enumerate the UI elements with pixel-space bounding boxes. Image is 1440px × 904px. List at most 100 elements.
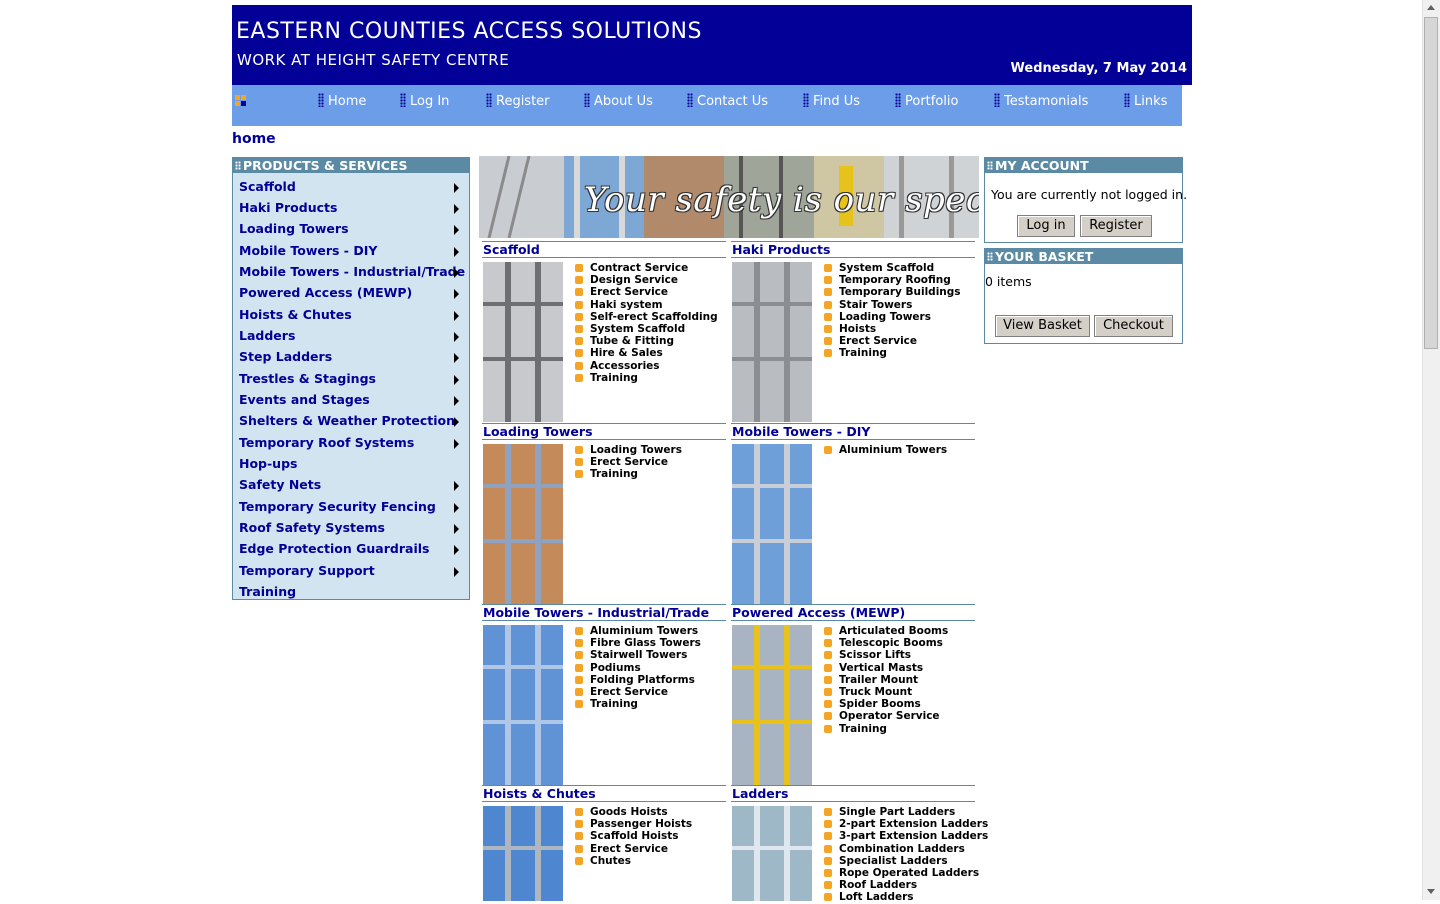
product-image[interactable] xyxy=(483,625,563,785)
product-title[interactable]: Mobile Towers - Industrial/Trade xyxy=(482,604,726,621)
category-item[interactable]: Step Ladders xyxy=(239,349,465,369)
category-item[interactable]: Temporary Support xyxy=(239,563,465,583)
product-link[interactable]: Vertical Masts xyxy=(824,662,948,674)
view-basket-button[interactable]: View Basket xyxy=(995,315,1090,337)
product-link[interactable]: Erect Service xyxy=(575,686,701,698)
product-link[interactable]: Contract Service xyxy=(575,262,718,274)
product-title[interactable]: Ladders xyxy=(731,785,975,802)
category-item[interactable]: Training xyxy=(239,584,465,604)
product-link[interactable]: Temporary Buildings xyxy=(824,286,961,298)
product-link[interactable]: System Scaffold xyxy=(575,323,718,335)
checkout-button[interactable]: Checkout xyxy=(1094,315,1173,337)
product-link[interactable]: Specialist Ladders xyxy=(824,855,988,867)
product-link[interactable]: Aluminium Towers xyxy=(575,625,701,637)
product-title[interactable]: Haki Products xyxy=(731,241,975,258)
product-image[interactable] xyxy=(732,625,812,785)
product-link[interactable]: Articulated Booms xyxy=(824,625,948,637)
product-link[interactable]: Trailer Mount xyxy=(824,674,948,686)
nav-home[interactable]: Home xyxy=(318,93,366,109)
product-link[interactable]: Hire & Sales xyxy=(575,347,718,359)
product-link[interactable]: Scissor Lifts xyxy=(824,649,948,661)
product-image[interactable] xyxy=(732,262,812,422)
scroll-thumb[interactable] xyxy=(1424,17,1438,349)
product-link[interactable]: Erect Service xyxy=(575,843,692,855)
category-item[interactable]: Ladders xyxy=(239,328,465,348)
product-link[interactable]: Combination Ladders xyxy=(824,843,988,855)
product-link[interactable]: Training xyxy=(824,723,948,735)
product-link[interactable]: Stair Towers xyxy=(824,299,961,311)
product-link[interactable]: Training xyxy=(824,347,961,359)
product-title[interactable]: Loading Towers xyxy=(482,423,726,440)
product-link[interactable]: Loading Towers xyxy=(575,444,682,456)
category-item[interactable]: Edge Protection Guardrails xyxy=(239,541,465,561)
product-image[interactable] xyxy=(732,444,812,604)
category-item[interactable]: Trestles & Stagings xyxy=(239,371,465,391)
nav-about-us[interactable]: About Us xyxy=(584,93,653,109)
category-item[interactable]: Mobile Towers - Industrial/Trade xyxy=(239,264,465,284)
login-button[interactable]: Log in xyxy=(1017,215,1075,237)
product-link[interactable]: Scaffold Hoists xyxy=(575,830,692,842)
category-item[interactable]: Hop-ups xyxy=(239,456,465,476)
nav-links[interactable]: Links xyxy=(1124,93,1167,109)
product-link[interactable]: System Scaffold xyxy=(824,262,961,274)
product-link[interactable]: Haki system xyxy=(575,299,718,311)
category-item[interactable]: Temporary Security Fencing xyxy=(239,499,465,519)
product-link[interactable]: Loading Towers xyxy=(824,311,961,323)
product-image[interactable] xyxy=(483,444,563,604)
product-link[interactable]: Fibre Glass Towers xyxy=(575,637,701,649)
product-title[interactable]: Powered Access (MEWP) xyxy=(731,604,975,621)
category-item[interactable]: Hoists & Chutes xyxy=(239,307,465,327)
product-link[interactable]: Erect Service xyxy=(824,335,961,347)
nav-log-in[interactable]: Log In xyxy=(400,93,449,109)
product-link[interactable]: 2-part Extension Ladders xyxy=(824,818,988,830)
product-title[interactable]: Hoists & Chutes xyxy=(482,785,726,802)
nav-register[interactable]: Register xyxy=(486,93,550,109)
nav-testamonials[interactable]: Testamonials xyxy=(994,93,1088,109)
category-item[interactable]: Loading Towers xyxy=(239,221,465,241)
product-image[interactable] xyxy=(483,806,563,901)
product-link[interactable]: Chutes xyxy=(575,855,692,867)
scroll-down-icon[interactable] xyxy=(1427,889,1435,894)
product-link[interactable]: Folding Platforms xyxy=(575,674,701,686)
product-link[interactable]: Training xyxy=(575,372,718,384)
product-link[interactable]: Loft Ladders xyxy=(824,891,988,903)
product-link[interactable]: Tube & Fitting xyxy=(575,335,718,347)
breadcrumb[interactable]: home xyxy=(232,131,276,147)
product-link[interactable]: Erect Service xyxy=(575,456,682,468)
category-item[interactable]: Roof Safety Systems xyxy=(239,520,465,540)
scroll-up-icon[interactable] xyxy=(1427,5,1435,10)
product-image[interactable] xyxy=(483,262,563,422)
product-link[interactable]: Design Service xyxy=(575,274,718,286)
category-item[interactable]: Haki Products xyxy=(239,200,465,220)
product-link[interactable]: Telescopic Booms xyxy=(824,637,948,649)
category-item[interactable]: Scaffold xyxy=(239,179,465,199)
product-link[interactable]: Rope Operated Ladders xyxy=(824,867,988,879)
product-link[interactable]: Passenger Hoists xyxy=(575,818,692,830)
product-link[interactable]: Single Part Ladders xyxy=(824,806,988,818)
category-item[interactable]: Safety Nets xyxy=(239,477,465,497)
register-button[interactable]: Register xyxy=(1080,215,1152,237)
product-link[interactable]: Training xyxy=(575,698,701,710)
category-item[interactable]: Temporary Roof Systems xyxy=(239,435,465,455)
category-item[interactable]: Powered Access (MEWP) xyxy=(239,285,465,305)
category-item[interactable]: Mobile Towers - DIY xyxy=(239,243,465,263)
nav-contact-us[interactable]: Contact Us xyxy=(687,93,768,109)
vertical-scrollbar[interactable] xyxy=(1422,0,1440,900)
product-link[interactable]: Roof Ladders xyxy=(824,879,988,891)
product-title[interactable]: Mobile Towers - DIY xyxy=(731,423,975,440)
product-link[interactable]: Aluminium Towers xyxy=(824,444,947,456)
product-link[interactable]: Goods Hoists xyxy=(575,806,692,818)
product-title[interactable]: Scaffold xyxy=(482,241,726,258)
product-link[interactable]: Accessories xyxy=(575,360,718,372)
category-item[interactable]: Shelters & Weather Protection xyxy=(239,413,465,433)
product-link[interactable]: Truck Mount xyxy=(824,686,948,698)
product-link[interactable]: Training xyxy=(575,468,682,480)
product-link[interactable]: Podiums xyxy=(575,662,701,674)
nav-portfolio[interactable]: Portfolio xyxy=(895,93,958,109)
product-link[interactable]: Temporary Roofing xyxy=(824,274,961,286)
product-link[interactable]: Spider Booms xyxy=(824,698,948,710)
product-link[interactable]: Stairwell Towers xyxy=(575,649,701,661)
product-image[interactable] xyxy=(732,806,812,901)
product-link[interactable]: Self-erect Scaffolding xyxy=(575,311,718,323)
nav-find-us[interactable]: Find Us xyxy=(803,93,860,109)
